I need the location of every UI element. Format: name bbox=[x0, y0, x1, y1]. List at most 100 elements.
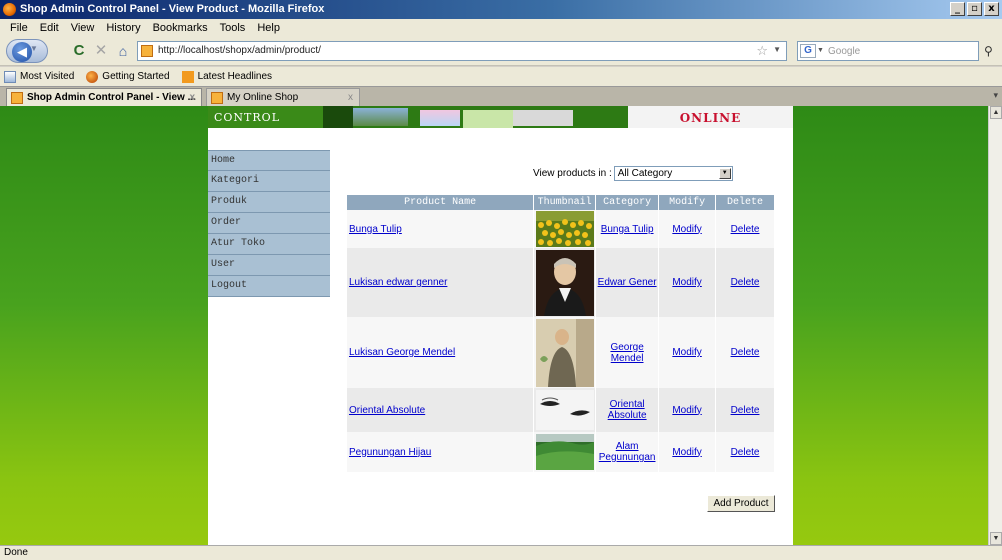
sidebar-item-user[interactable]: User bbox=[208, 255, 330, 276]
sidebar-item-kategori[interactable]: Kategori bbox=[208, 171, 330, 192]
url-text[interactable]: http://localhost/shopx/admin/product/ bbox=[158, 45, 321, 56]
thumbnail-portrait-image[interactable] bbox=[535, 249, 594, 316]
thumbnail-portrait-image[interactable] bbox=[535, 318, 594, 387]
vertical-scrollbar[interactable]: ▲ ▼ bbox=[988, 106, 1002, 545]
close-window-button[interactable]: x bbox=[984, 2, 999, 16]
bookmark-most-visited[interactable]: Most Visited bbox=[4, 70, 75, 83]
table-row: Lukisan edwar genner Edwar Gener Modify … bbox=[347, 248, 775, 317]
status-bar: Done bbox=[0, 545, 1002, 560]
bookmark-getting-started[interactable]: Getting Started bbox=[86, 70, 170, 83]
bookmarks-toolbar: Most Visited Getting Started Latest Head… bbox=[0, 67, 1002, 86]
modify-link[interactable]: Modify bbox=[672, 447, 701, 458]
table-header-row: Product Name Thumbnail Category Modify D… bbox=[347, 195, 775, 210]
tab-close-icon[interactable]: x bbox=[189, 89, 195, 107]
back-arrow-icon: ◀ bbox=[12, 42, 32, 62]
bookmark-star-icon[interactable]: ☆ bbox=[756, 43, 768, 59]
scroll-down-icon[interactable]: ▼ bbox=[990, 532, 1002, 545]
tab-favicon-icon bbox=[11, 92, 23, 104]
menu-help[interactable]: Help bbox=[251, 22, 286, 34]
modify-link[interactable]: Modify bbox=[672, 347, 701, 358]
tab-close-icon[interactable]: x bbox=[348, 89, 353, 107]
bookmark-label: Getting Started bbox=[102, 71, 170, 82]
menu-history[interactable]: History bbox=[100, 22, 146, 34]
cell-product-name: Lukisan edwar genner bbox=[347, 248, 535, 317]
stop-icon[interactable]: ✕ bbox=[92, 42, 110, 60]
menu-edit[interactable]: Edit bbox=[34, 22, 65, 34]
home-icon[interactable]: ⌂ bbox=[114, 42, 132, 60]
thumbnail-eyes-image[interactable] bbox=[535, 390, 594, 430]
cell-modify: Modify bbox=[658, 248, 717, 317]
modify-link[interactable]: Modify bbox=[672, 405, 701, 416]
sidebar-item-atur-toko[interactable]: Atur Toko bbox=[208, 234, 330, 255]
google-engine-icon[interactable]: G bbox=[800, 44, 816, 58]
menu-view[interactable]: View bbox=[65, 22, 101, 34]
window-titlebar: Shop Admin Control Panel - View Product … bbox=[0, 0, 1002, 19]
cell-category: Bunga Tulip bbox=[595, 210, 660, 248]
category-link[interactable]: Bunga Tulip bbox=[601, 224, 654, 235]
maximize-button[interactable]: ▫ bbox=[967, 2, 982, 16]
sidebar-item-produk[interactable]: Produk bbox=[208, 192, 330, 213]
chevron-down-icon[interactable]: ▼ bbox=[718, 168, 731, 179]
sidebar-item-order[interactable]: Order bbox=[208, 213, 330, 234]
history-dropdown-icon[interactable]: ▼ bbox=[30, 44, 38, 53]
menu-tools[interactable]: Tools bbox=[214, 22, 252, 34]
header-banner: CONTROL PANEL ONLINE bbox=[208, 106, 793, 148]
cell-thumbnail bbox=[533, 248, 597, 317]
category-link[interactable]: Edwar Gener bbox=[598, 277, 657, 288]
header-thumbnail: Thumbnail bbox=[533, 195, 597, 210]
cell-delete: Delete bbox=[715, 388, 775, 432]
search-bar[interactable]: G ▼ Google bbox=[797, 41, 979, 61]
tab-shop-admin[interactable]: Shop Admin Control Panel - View ... x bbox=[6, 88, 202, 107]
reload-icon[interactable]: C bbox=[70, 42, 88, 60]
scroll-up-icon[interactable]: ▲ bbox=[990, 106, 1002, 119]
category-link[interactable]: George Mendel bbox=[610, 342, 643, 364]
category-link[interactable]: Alam Pegunungan bbox=[599, 441, 656, 463]
product-name-link[interactable]: Lukisan George Mendel bbox=[349, 347, 455, 358]
product-name-link[interactable]: Lukisan edwar genner bbox=[349, 277, 447, 288]
cell-thumbnail bbox=[533, 210, 597, 248]
cell-thumbnail bbox=[533, 388, 597, 432]
tab-list-icon[interactable]: ▾ bbox=[993, 90, 998, 101]
bookmark-label: Most Visited bbox=[20, 71, 75, 82]
search-input[interactable]: Google bbox=[828, 46, 860, 57]
minimize-button[interactable]: _ bbox=[950, 2, 965, 16]
product-name-link[interactable]: Bunga Tulip bbox=[349, 224, 402, 235]
bookmark-latest-headlines[interactable]: Latest Headlines bbox=[181, 70, 272, 83]
delete-link[interactable]: Delete bbox=[731, 277, 760, 288]
category-select[interactable]: All Category ▼ bbox=[613, 166, 733, 181]
status-text: Done bbox=[4, 547, 28, 558]
thumbnail-hills-image[interactable] bbox=[535, 434, 594, 470]
sidebar-item-logout[interactable]: Logout bbox=[208, 276, 330, 297]
modify-link[interactable]: Modify bbox=[672, 277, 701, 288]
menu-file[interactable]: File bbox=[4, 22, 34, 34]
engine-dropdown-icon[interactable]: ▼ bbox=[817, 47, 824, 54]
navigation-toolbar: ◀ ▼ C ✕ ⌂ http://localhost/shopx/admin/p… bbox=[0, 36, 1002, 66]
cell-delete: Delete bbox=[715, 210, 775, 248]
sidebar-item-home[interactable]: Home bbox=[208, 150, 330, 171]
add-product-button[interactable]: Add Product bbox=[707, 495, 775, 512]
cell-product-name: Oriental Absolute bbox=[347, 388, 535, 432]
cell-category: Edwar Gener bbox=[595, 248, 660, 317]
cell-category: Alam Pegunungan bbox=[595, 432, 660, 472]
delete-link[interactable]: Delete bbox=[731, 405, 760, 416]
back-button[interactable]: ◀ bbox=[6, 39, 48, 63]
delete-link[interactable]: Delete bbox=[731, 224, 760, 235]
product-name-link[interactable]: Pegunungan Hijau bbox=[349, 447, 431, 458]
thumbnail-tulip-image[interactable] bbox=[535, 211, 594, 247]
filter-label: View products in : bbox=[533, 168, 612, 179]
cell-product-name: Pegunungan Hijau bbox=[347, 432, 535, 472]
header-modify: Modify bbox=[658, 195, 717, 210]
category-link[interactable]: Oriental Absolute bbox=[608, 399, 647, 421]
product-name-link[interactable]: Oriental Absolute bbox=[349, 405, 425, 416]
tab-my-online-shop[interactable]: My Online Shop x bbox=[206, 88, 360, 107]
modify-link[interactable]: Modify bbox=[672, 224, 701, 235]
header-category: Category bbox=[595, 195, 660, 210]
delete-link[interactable]: Delete bbox=[731, 347, 760, 358]
address-bar[interactable]: http://localhost/shopx/admin/product/ ☆ … bbox=[137, 41, 787, 61]
search-icon[interactable]: ⚲ bbox=[984, 44, 993, 58]
delete-link[interactable]: Delete bbox=[731, 447, 760, 458]
tab-favicon-icon bbox=[211, 92, 223, 104]
menu-bookmarks[interactable]: Bookmarks bbox=[147, 22, 214, 34]
url-dropdown-icon[interactable]: ▼ bbox=[773, 45, 781, 54]
window-title: Shop Admin Control Panel - View Product … bbox=[20, 3, 325, 15]
